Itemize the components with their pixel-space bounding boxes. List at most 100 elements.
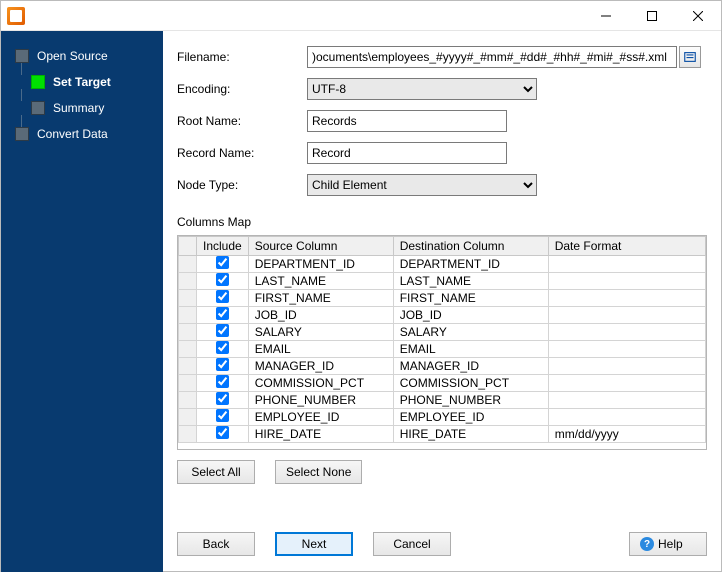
browse-button[interactable] xyxy=(679,46,701,68)
main-panel: Filename: Encoding: UTF-8 Root Name: Rec… xyxy=(163,31,721,572)
include-checkbox[interactable] xyxy=(216,358,229,371)
help-button[interactable]: ? Help xyxy=(629,532,707,556)
table-row[interactable]: FIRST_NAMEFIRST_NAME xyxy=(179,290,706,307)
destination-cell[interactable]: SALARY xyxy=(393,324,548,341)
row-header[interactable] xyxy=(179,273,197,290)
source-cell[interactable]: JOB_ID xyxy=(248,307,393,324)
wizard-step[interactable]: Set Target xyxy=(1,69,163,95)
cancel-button[interactable]: Cancel xyxy=(373,532,451,556)
destination-cell[interactable]: JOB_ID xyxy=(393,307,548,324)
table-row[interactable]: SALARYSALARY xyxy=(179,324,706,341)
source-cell[interactable]: SALARY xyxy=(248,324,393,341)
source-cell[interactable]: PHONE_NUMBER xyxy=(248,392,393,409)
nodetype-select[interactable]: Child Element xyxy=(307,174,537,196)
app-icon xyxy=(7,7,25,25)
row-header[interactable] xyxy=(179,341,197,358)
row-header[interactable] xyxy=(179,392,197,409)
source-cell[interactable]: COMMISSION_PCT xyxy=(248,375,393,392)
row-header[interactable] xyxy=(179,375,197,392)
col-source-header[interactable]: Source Column xyxy=(248,237,393,256)
source-cell[interactable]: LAST_NAME xyxy=(248,273,393,290)
table-row[interactable]: JOB_IDJOB_ID xyxy=(179,307,706,324)
dateformat-cell[interactable] xyxy=(548,375,705,392)
close-button[interactable] xyxy=(675,1,721,31)
dateformat-cell[interactable]: mm/dd/yyyy xyxy=(548,426,705,443)
col-include-header[interactable]: Include xyxy=(197,237,249,256)
source-cell[interactable]: DEPARTMENT_ID xyxy=(248,256,393,273)
next-button[interactable]: Next xyxy=(275,532,353,556)
table-row[interactable]: COMMISSION_PCTCOMMISSION_PCT xyxy=(179,375,706,392)
include-checkbox[interactable] xyxy=(216,341,229,354)
destination-cell[interactable]: DEPARTMENT_ID xyxy=(393,256,548,273)
dateformat-cell[interactable] xyxy=(548,307,705,324)
include-checkbox[interactable] xyxy=(216,307,229,320)
minimize-button[interactable] xyxy=(583,1,629,31)
table-row[interactable]: EMAILEMAIL xyxy=(179,341,706,358)
include-checkbox[interactable] xyxy=(216,426,229,439)
destination-cell[interactable]: COMMISSION_PCT xyxy=(393,375,548,392)
encoding-label: Encoding: xyxy=(177,82,307,96)
source-cell[interactable]: HIRE_DATE xyxy=(248,426,393,443)
maximize-button[interactable] xyxy=(629,1,675,31)
select-none-button[interactable]: Select None xyxy=(275,460,362,484)
step-label: Summary xyxy=(53,101,104,115)
include-checkbox[interactable] xyxy=(216,256,229,269)
table-row[interactable]: EMPLOYEE_IDEMPLOYEE_ID xyxy=(179,409,706,426)
recordname-input[interactable] xyxy=(307,142,507,164)
help-label: Help xyxy=(658,537,683,551)
table-row[interactable]: MANAGER_IDMANAGER_ID xyxy=(179,358,706,375)
include-checkbox[interactable] xyxy=(216,273,229,286)
row-header[interactable] xyxy=(179,409,197,426)
dateformat-cell[interactable] xyxy=(548,392,705,409)
include-checkbox[interactable] xyxy=(216,290,229,303)
dateformat-cell[interactable] xyxy=(548,273,705,290)
row-header[interactable] xyxy=(179,324,197,341)
dateformat-cell[interactable] xyxy=(548,358,705,375)
back-button[interactable]: Back xyxy=(177,532,255,556)
wizard-step[interactable]: Open Source xyxy=(1,43,163,69)
step-label: Open Source xyxy=(37,49,108,63)
dateformat-cell[interactable] xyxy=(548,409,705,426)
select-all-button[interactable]: Select All xyxy=(177,460,255,484)
dateformat-cell[interactable] xyxy=(548,324,705,341)
columns-grid[interactable]: Include Source Column Destination Column… xyxy=(177,235,707,450)
row-header[interactable] xyxy=(179,358,197,375)
col-destination-header[interactable]: Destination Column xyxy=(393,237,548,256)
row-header[interactable] xyxy=(179,290,197,307)
destination-cell[interactable]: PHONE_NUMBER xyxy=(393,392,548,409)
col-dateformat-header[interactable]: Date Format xyxy=(548,237,705,256)
destination-cell[interactable]: EMPLOYEE_ID xyxy=(393,409,548,426)
source-cell[interactable]: MANAGER_ID xyxy=(248,358,393,375)
include-checkbox[interactable] xyxy=(216,392,229,405)
destination-cell[interactable]: FIRST_NAME xyxy=(393,290,548,307)
step-label: Set Target xyxy=(53,75,111,89)
destination-cell[interactable]: MANAGER_ID xyxy=(393,358,548,375)
row-header[interactable] xyxy=(179,307,197,324)
dateformat-cell[interactable] xyxy=(548,256,705,273)
recordname-label: Record Name: xyxy=(177,146,307,160)
table-row[interactable]: PHONE_NUMBERPHONE_NUMBER xyxy=(179,392,706,409)
row-header[interactable] xyxy=(179,426,197,443)
source-cell[interactable]: EMAIL xyxy=(248,341,393,358)
wizard-step[interactable]: Convert Data xyxy=(1,121,163,147)
row-header[interactable] xyxy=(179,256,197,273)
include-checkbox[interactable] xyxy=(216,324,229,337)
rootname-label: Root Name: xyxy=(177,114,307,128)
destination-cell[interactable]: LAST_NAME xyxy=(393,273,548,290)
destination-cell[interactable]: EMAIL xyxy=(393,341,548,358)
rootname-input[interactable] xyxy=(307,110,507,132)
encoding-select[interactable]: UTF-8 xyxy=(307,78,537,100)
dateformat-cell[interactable] xyxy=(548,341,705,358)
source-cell[interactable]: EMPLOYEE_ID xyxy=(248,409,393,426)
include-checkbox[interactable] xyxy=(216,375,229,388)
filename-input[interactable] xyxy=(307,46,677,68)
destination-cell[interactable]: HIRE_DATE xyxy=(393,426,548,443)
source-cell[interactable]: FIRST_NAME xyxy=(248,290,393,307)
table-row[interactable]: DEPARTMENT_IDDEPARTMENT_ID xyxy=(179,256,706,273)
dateformat-cell[interactable] xyxy=(548,290,705,307)
table-row[interactable]: LAST_NAMELAST_NAME xyxy=(179,273,706,290)
table-row[interactable]: HIRE_DATEHIRE_DATEmm/dd/yyyy xyxy=(179,426,706,443)
wizard-step[interactable]: Summary xyxy=(1,95,163,121)
include-checkbox[interactable] xyxy=(216,409,229,422)
step-box-icon xyxy=(31,75,45,89)
